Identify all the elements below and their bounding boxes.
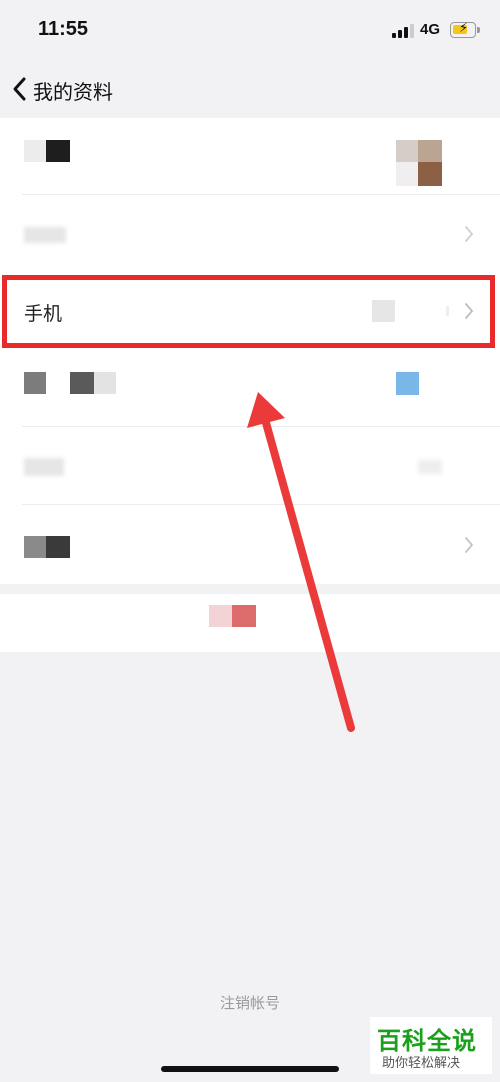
home-indicator — [161, 1066, 339, 1072]
blurred-label — [24, 140, 46, 162]
chevron-left-icon[interactable] — [10, 76, 30, 102]
nickname-row[interactable] — [0, 195, 500, 272]
avatar[interactable] — [396, 140, 418, 162]
status-bar: 11:55 4G ⚡ — [0, 0, 500, 60]
blurred-label — [46, 536, 70, 558]
blurred-value — [418, 460, 442, 474]
battery-charging-icon: ⚡ — [450, 21, 480, 38]
avatar[interactable] — [418, 162, 442, 186]
chevron-right-icon — [465, 226, 474, 242]
avatar[interactable] — [418, 140, 442, 162]
blurred-label — [24, 227, 66, 243]
highlight-box — [2, 275, 495, 348]
blurred-label — [24, 536, 46, 558]
watermark-subtitle: 助你轻松解决 — [382, 1056, 461, 1071]
avatar[interactable] — [396, 162, 418, 186]
profile-row[interactable] — [0, 428, 500, 505]
blurred-action-text — [209, 605, 232, 627]
logout-card[interactable] — [0, 594, 500, 652]
navigation-bar: 我的资料 — [0, 60, 500, 118]
watermark-title: 百科全说 — [377, 1027, 477, 1055]
cancel-account-link[interactable]: 注销帐号 — [0, 992, 500, 1013]
network-type: 4G — [420, 21, 441, 38]
chevron-right-icon — [465, 537, 474, 553]
blurred-label — [24, 458, 64, 476]
blurred-label — [70, 372, 94, 394]
status-time: 11:55 — [38, 18, 89, 40]
page-title: 我的资料 — [33, 80, 113, 104]
watermark-logo: 百科全说 助你轻松解决 — [370, 1017, 492, 1074]
profile-card: 手机 — [0, 118, 500, 584]
blurred-value — [396, 372, 419, 395]
blurred-label — [24, 372, 46, 394]
blurred-label — [46, 140, 70, 162]
blurred-label — [94, 372, 116, 394]
blurred-action-text — [232, 605, 256, 627]
cellular-signal-icon — [392, 24, 414, 38]
profile-row[interactable] — [0, 506, 500, 583]
profile-row[interactable] — [0, 350, 500, 427]
avatar-row[interactable] — [0, 118, 500, 195]
